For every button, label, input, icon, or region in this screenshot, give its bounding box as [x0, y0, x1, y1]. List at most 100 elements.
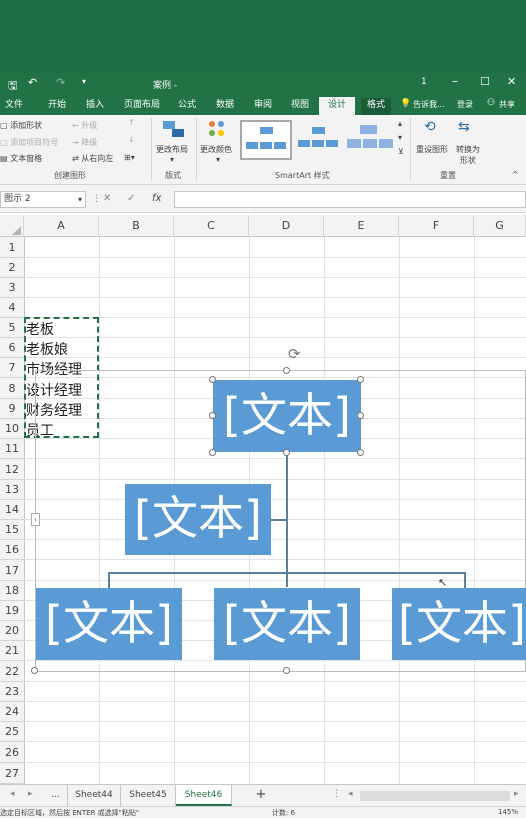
row-header-21[interactable]: 21 [0, 641, 24, 661]
row-header-26[interactable]: 26 [0, 742, 24, 763]
formula-input[interactable] [174, 191, 526, 208]
column-header-a[interactable]: A [24, 215, 99, 237]
column-header-c[interactable]: C [174, 215, 249, 237]
change-layout-icon[interactable] [163, 121, 185, 139]
smartart-node-bottom-1[interactable]: [文本] [36, 588, 182, 660]
row-header-27[interactable]: 27 [0, 763, 24, 784]
column-header-d[interactable]: D [249, 215, 324, 237]
tab-file[interactable]: 文件 [2, 98, 26, 115]
person-icon[interactable]: ⚇ [487, 98, 495, 108]
text-pane-toggle-icon[interactable]: ‹ [31, 513, 40, 526]
frame-handle[interactable] [31, 667, 38, 674]
tell-me-box[interactable]: 告诉我... [413, 99, 445, 110]
change-layout-dropdown-icon[interactable]: ▾ [170, 155, 174, 164]
tab-formulas[interactable]: 公式 [174, 98, 200, 115]
row-header-2[interactable]: 2 [0, 258, 24, 278]
row-header-9[interactable]: 9 [0, 399, 24, 419]
resize-handle[interactable] [283, 449, 290, 456]
row-header-20[interactable]: 20 [0, 621, 24, 641]
styles-more-icon[interactable]: ⊻ [398, 147, 404, 156]
sheet-tabs-ellipsis[interactable]: ... [44, 785, 68, 806]
move-down-icon[interactable]: ↓ [128, 135, 135, 144]
column-header-b[interactable]: B [99, 215, 174, 237]
name-box[interactable]: 图示 2 ▾ [0, 191, 86, 208]
hscroll-left-icon[interactable]: ◂ [348, 789, 353, 799]
row-header-15[interactable]: 15 [0, 520, 24, 540]
resize-handle[interactable] [357, 449, 364, 456]
column-header-g[interactable]: G [474, 215, 526, 237]
share-button[interactable]: 共享 [499, 99, 515, 110]
horizontal-scrollbar[interactable] [360, 791, 510, 801]
undo-icon[interactable]: ↶ [28, 76, 37, 89]
row-header-19[interactable]: 19 [0, 601, 24, 621]
layout-small-icon[interactable]: ⊞▾ [124, 153, 135, 162]
tab-design[interactable]: 设计 [319, 97, 355, 115]
sheet-tab-46[interactable]: Sheet46 [176, 785, 232, 806]
row-header-16[interactable]: 16 [0, 540, 24, 560]
row-header-12[interactable]: 12 [0, 459, 24, 480]
row-header-14[interactable]: 14 [0, 500, 24, 520]
resize-handle[interactable] [283, 367, 290, 374]
scroll-right-icon[interactable]: ▸ [28, 789, 33, 799]
tab-data[interactable]: 数据 [212, 98, 238, 115]
row-header-1[interactable]: 1 [0, 237, 24, 258]
convert-label[interactable]: 转换为 [456, 144, 480, 155]
change-layout-label[interactable]: 更改布局 [156, 144, 188, 155]
resize-handle[interactable] [357, 376, 364, 383]
tab-insert[interactable]: 插入 [82, 98, 108, 115]
tab-view[interactable]: 视图 [287, 98, 313, 115]
column-header-f[interactable]: F [399, 215, 474, 237]
collapse-ribbon-icon[interactable]: ^ [512, 170, 519, 179]
style-thumbnail-3[interactable] [346, 122, 394, 158]
styles-scroll-down-icon[interactable]: ▾ [398, 133, 402, 142]
style-thumbnail-2[interactable] [296, 122, 342, 158]
row-header-11[interactable]: 11 [0, 439, 24, 459]
row-header-4[interactable]: 4 [0, 298, 24, 318]
row-header-18[interactable]: 18 [0, 581, 24, 601]
tab-format[interactable]: 格式 [361, 98, 391, 115]
column-header-e[interactable]: E [324, 215, 399, 237]
row-header-24[interactable]: 24 [0, 702, 24, 722]
resize-handle[interactable] [209, 376, 216, 383]
convert-label-2[interactable]: 形状 [460, 155, 476, 166]
tab-page-layout[interactable]: 页面布局 [120, 98, 164, 115]
demote-button[interactable]: → 降级 [72, 137, 97, 148]
smartart-node-bottom-2[interactable]: [文本] [214, 588, 360, 660]
frame-handle[interactable] [283, 667, 290, 674]
select-all-corner[interactable] [0, 215, 24, 237]
style-thumbnail-selected[interactable] [240, 120, 292, 160]
insert-function-icon[interactable]: fx [152, 193, 161, 204]
minimize-icon[interactable]: – [452, 74, 458, 88]
row-header-5[interactable]: 5 [0, 318, 24, 338]
sheet-tab-45[interactable]: Sheet45 [121, 785, 176, 806]
add-shape-button[interactable]: ▢ 添加形状 [0, 120, 42, 131]
add-bullet-button[interactable]: ▢ 添加项目符号 [0, 137, 58, 148]
rotate-handle-icon[interactable]: ⟳ [288, 345, 301, 363]
customize-qat-icon[interactable]: ▾ [82, 77, 86, 86]
resize-handle[interactable] [209, 449, 216, 456]
row-header-25[interactable]: 25 [0, 722, 24, 742]
promote-button[interactable]: ← 升级 [72, 120, 97, 131]
convert-to-shapes-icon[interactable]: ⇆ [458, 119, 470, 135]
smartart-node-bottom-3[interactable]: [文本] [392, 588, 526, 660]
row-header-6[interactable]: 6 [0, 338, 24, 358]
styles-scroll-up-icon[interactable]: ▴ [398, 119, 402, 128]
smartart-node-assistant[interactable]: [文本] [125, 484, 271, 555]
maximize-icon[interactable]: ☐ [480, 75, 490, 88]
scroll-left-icon[interactable]: ◂ [10, 789, 15, 799]
login-link[interactable]: 登录 [457, 99, 473, 110]
reset-graphic-label[interactable]: 重设图形 [416, 144, 448, 155]
row-header-23[interactable]: 23 [0, 682, 24, 702]
account-number[interactable]: 1 [421, 77, 427, 87]
resize-handle[interactable] [209, 412, 216, 419]
resize-handle[interactable] [357, 412, 364, 419]
row-header-13[interactable]: 13 [0, 480, 24, 500]
change-colors-icon[interactable] [207, 121, 229, 139]
hscroll-right-icon[interactable]: ▸ [514, 789, 519, 799]
change-colors-label[interactable]: 更改颜色 [200, 144, 232, 155]
row-header-7[interactable]: 7 [0, 358, 24, 378]
right-to-left-button[interactable]: ⇄ 从右向左 [72, 153, 113, 164]
zoom-level[interactable]: 145% [498, 808, 518, 816]
enter-icon[interactable]: ✓ [127, 193, 135, 204]
row-header-17[interactable]: 17 [0, 560, 24, 581]
